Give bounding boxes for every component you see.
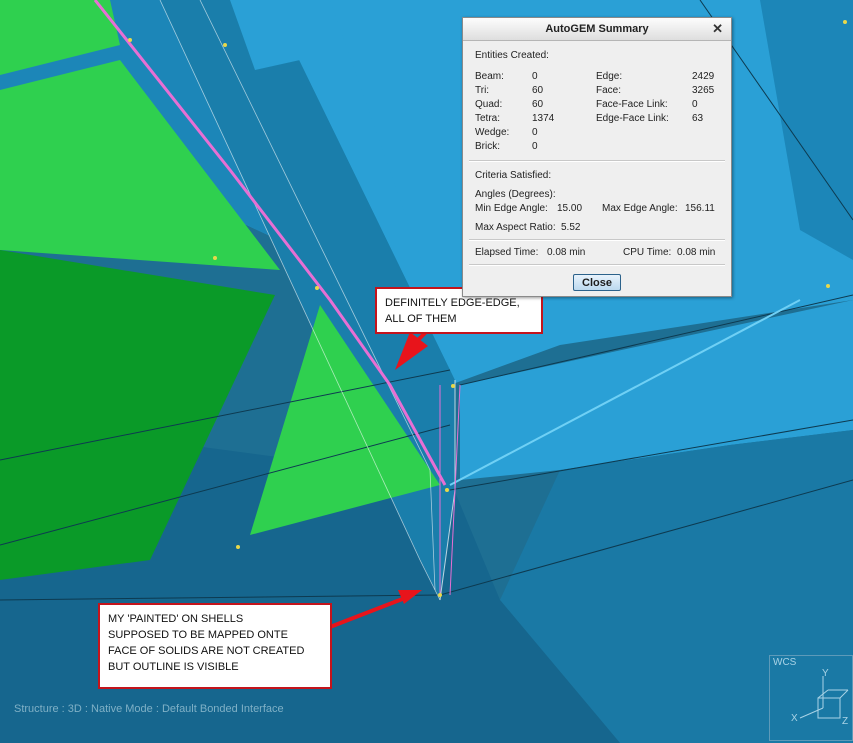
entity-label-tri: Tri: [475,85,490,96]
dialog-body: Entities Created: Beam: 0 Tri: 60 Quad: … [463,41,731,296]
callout-shells-line-1: MY 'PAINTED' ON SHELLS [108,613,244,625]
min-edge-angle-label: Min Edge Angle: [475,203,548,214]
angles-header: Angles (Degrees): [475,189,556,200]
entity-label-quad: Quad: [475,99,503,110]
separator [469,264,725,266]
close-icon[interactable]: ✕ [712,18,723,40]
entity-label-brick: Brick: [475,141,500,152]
cpu-time-label: CPU Time: [623,247,672,258]
cpu-time-value: 0.08 min [677,247,716,258]
entity-label-beam: Beam: [475,71,504,82]
wcs-axis-x: X [791,713,798,724]
callout-shells: MY 'PAINTED' ON SHELLS SUPPOSED TO BE MA… [98,603,332,689]
elapsed-time-label: Elapsed Time: [475,247,539,258]
separator [469,239,725,241]
callout-shells-line-3: FACE OF SOLIDS ARE NOT CREATED [108,645,305,657]
entity-label-face-face-link: Face-Face Link: [596,99,668,110]
entity-label-edge-face-link: Edge-Face Link: [596,113,669,124]
max-aspect-ratio-label: Max Aspect Ratio: [475,222,556,233]
entities-header: Entities Created: [475,50,549,61]
entity-label-tetra: Tetra: [475,113,501,124]
separator [469,160,725,162]
callout-edge-line-1: DEFINITELY EDGE-EDGE, [385,297,520,309]
criteria-header: Criteria Satisfied: [475,170,552,181]
entity-label-edge: Edge: [596,71,623,82]
min-edge-angle-value: 15.00 [557,203,583,214]
entity-value-face: 3265 [692,85,715,96]
entity-value-tri: 60 [532,85,544,96]
entity-label-wedge: Wedge: [475,127,510,138]
dialog-titlebar[interactable]: AutoGEM Summary ✕ [463,18,731,41]
close-button[interactable]: Close [573,274,621,291]
wcs-axis-z: Z [842,716,849,727]
max-aspect-ratio-value: 5.52 [561,222,581,233]
entity-value-quad: 60 [532,99,544,110]
entity-value-brick: 0 [532,141,538,152]
entity-value-edge: 2429 [692,71,715,82]
callout-edge-line-2: ALL OF THEM [385,313,457,325]
dialog-title: AutoGEM Summary [545,23,649,35]
max-edge-angle-label: Max Edge Angle: [602,203,678,214]
entity-label-face: Face: [596,85,622,96]
entity-value-face-face-link: 0 [692,99,698,110]
entity-value-wedge: 0 [532,127,538,138]
entity-value-edge-face-link: 63 [692,113,704,124]
entity-value-tetra: 1374 [532,113,555,124]
wcs-axis-y: Y [822,668,829,679]
max-edge-angle-value: 156.11 [685,203,715,214]
callout-shells-line-2: SUPPOSED TO BE MAPPED ONTE [108,629,288,641]
autogem-summary-dialog: AutoGEM Summary ✕ Entities Created: Beam… [462,17,732,297]
callout-shells-line-4: BUT OUTLINE IS VISIBLE [108,661,239,673]
elapsed-time-value: 0.08 min [547,247,586,258]
entity-value-beam: 0 [532,71,538,82]
status-bar-text: Structure : 3D : Native Mode : Default B… [14,703,284,715]
wcs-label: WCS [773,657,797,668]
